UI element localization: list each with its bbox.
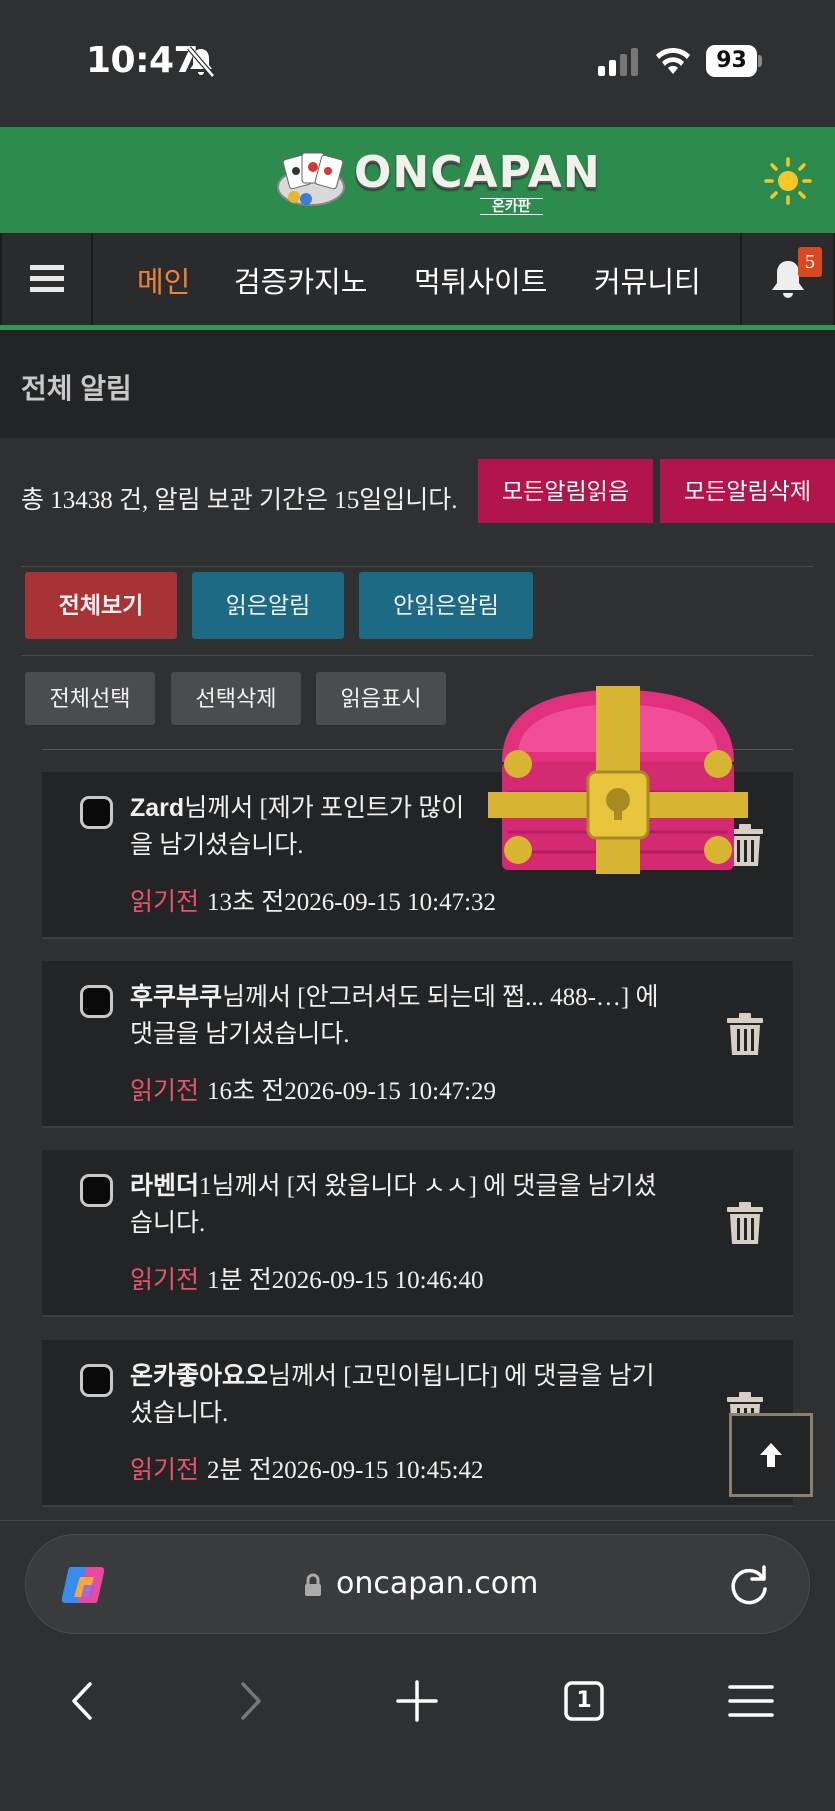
site-logo[interactable]: ONCAPAN 온카판 (276, 145, 600, 215)
notification-message: 후쿠부쿠님께서 [안그러셔도 되는데 쩝... 488-…] 에 댓글을 남기셨… (130, 979, 730, 1053)
lock-icon (305, 1573, 321, 1596)
browser-menu-icon[interactable] (726, 1676, 776, 1726)
divider (21, 655, 813, 656)
arrow-up-icon (760, 1443, 782, 1467)
address-bar[interactable]: oncapan.com (25, 1534, 810, 1634)
hamburger-icon (29, 265, 64, 292)
battery-indicator: 93 (706, 45, 762, 77)
notification-body-cont: 을 남기셨습니다. (130, 832, 304, 859)
notification-body: 1님께서 [저 왔읍니다 ㅅㅅ] 에 댓글을 남기셨 (199, 1173, 657, 1200)
notification-meta: 읽기전 1분 전2026-09-15 10:46:40 (130, 1260, 484, 1296)
copilot-icon[interactable] (60, 1563, 106, 1607)
notification-body: 님께서 [안그러셔도 되는데 쩝... 488-…] 에 (222, 984, 659, 1011)
url-text: oncapan.com (336, 1566, 539, 1601)
bell-off-icon (187, 46, 215, 78)
read-all-button[interactable]: 모든알림읽음 (478, 459, 653, 523)
reload-icon[interactable] (728, 1565, 770, 1607)
notification-nickname: 라벤더 (130, 1172, 200, 1200)
trash-icon[interactable] (726, 1013, 764, 1057)
page-title: 전체 알림 (21, 373, 132, 404)
unread-label: 읽기전 (130, 1457, 200, 1484)
notification-meta: 읽기전 13초 전2026-09-15 10:47:32 (130, 882, 496, 918)
notification-body: 님께서 [고민이됩니다] 에 댓글을 남기 (268, 1363, 655, 1390)
nav-item-scam-sites[interactable]: 먹튀사이트 (414, 259, 547, 301)
notification-body-cont: 습니다. (130, 1210, 206, 1237)
notification-button[interactable]: 5 (740, 233, 835, 325)
forward-icon[interactable] (225, 1676, 275, 1726)
status-time: 10:47 (86, 40, 199, 81)
back-icon[interactable] (58, 1676, 108, 1726)
notification-count-badge: 5 (798, 247, 822, 277)
notification-meta: 읽기전 2분 전2026-09-15 10:45:42 (130, 1450, 484, 1486)
notification-item[interactable]: 온카좋아요오님께서 [고민이됩니다] 에 댓글을 남기 셨습니다. 읽기전 2분 … (42, 1340, 793, 1507)
scroll-top-button[interactable] (729, 1413, 813, 1497)
unread-label: 읽기전 (130, 1078, 200, 1105)
trash-icon[interactable] (726, 1202, 764, 1246)
treasure-chest-icon[interactable] (488, 682, 748, 878)
logo-subtext: 온카판 (480, 198, 543, 215)
nav-item-main[interactable]: 메인 (137, 259, 190, 301)
wifi-icon (656, 47, 690, 74)
notification-time: 16초 전2026-09-15 10:47:29 (207, 1078, 497, 1105)
notification-summary: 총 13438 건, 알림 보관 기간은 15일입니다. (21, 487, 458, 514)
notification-nickname: Zard (130, 794, 185, 822)
battery-level: 93 (716, 48, 747, 73)
nav-item-community[interactable]: 커뮤니티 (594, 259, 701, 301)
notification-nickname: 온카좋아요오 (130, 1362, 269, 1390)
site-header: ONCAPAN 온카판 (0, 127, 835, 233)
notification-meta: 읽기전 16초 전2026-09-15 10:47:29 (130, 1071, 496, 1107)
main-nav: 메인 검증카지노 먹튀사이트 커뮤니티 5 (0, 233, 835, 330)
unread-label: 읽기전 (130, 1267, 200, 1294)
filter-unread-button[interactable]: 안읽은알림 (359, 572, 533, 639)
notification-checkbox[interactable] (80, 1364, 113, 1397)
filter-all-button[interactable]: 전체보기 (25, 572, 177, 639)
notification-time: 13초 전2026-09-15 10:47:32 (207, 889, 497, 916)
notification-item[interactable]: 후쿠부쿠님께서 [안그러셔도 되는데 쩝... 488-…] 에 댓글을 남기셨… (42, 961, 793, 1128)
browser-toolbar: oncapan.com 1 (0, 1520, 835, 1811)
notification-nickname: 후쿠부쿠 (130, 983, 223, 1011)
logo-text: ONCAPAN (354, 147, 601, 198)
tab-count: 1 (576, 1688, 592, 1713)
notification-body-cont: 셨습니다. (130, 1400, 229, 1427)
notification-time: 2분 전2026-09-15 10:45:42 (207, 1457, 484, 1484)
filter-read-button[interactable]: 읽은알림 (192, 572, 344, 639)
notification-message: 온카좋아요오님께서 [고민이됩니다] 에 댓글을 남기 셨습니다. (130, 1358, 730, 1432)
divider (21, 566, 813, 567)
notification-message: 라벤더1님께서 [저 왔읍니다 ㅅㅅ] 에 댓글을 남기셨 습니다. (130, 1168, 730, 1242)
notification-checkbox[interactable] (80, 1174, 113, 1207)
notification-body: 님께서 [제가 포인트가 많이 (184, 795, 465, 822)
tabs-button[interactable]: 1 (559, 1676, 609, 1726)
page-title-bar: 전체 알림 (0, 330, 835, 438)
notification-checkbox[interactable] (80, 985, 113, 1018)
status-bar: 10:47 93 (0, 0, 835, 127)
delete-all-button[interactable]: 모든알림삭제 (660, 459, 835, 523)
nav-item-verified-casino[interactable]: 검증카지노 (234, 259, 367, 301)
notification-item[interactable]: 라벤더1님께서 [저 왔읍니다 ㅅㅅ] 에 댓글을 남기셨 습니다. 읽기전 1분… (42, 1150, 793, 1317)
mark-read-button[interactable]: 읽음표시 (316, 672, 446, 725)
sun-icon[interactable] (764, 157, 812, 205)
notification-checkbox[interactable] (80, 796, 113, 829)
logo-cards-icon (277, 152, 345, 206)
cellular-signal-icon (598, 48, 638, 76)
new-tab-icon[interactable] (392, 1676, 442, 1726)
menu-button[interactable] (0, 233, 93, 325)
unread-label: 읽기전 (130, 889, 200, 916)
notification-body-cont: 댓글을 남기셨습니다. (130, 1021, 350, 1048)
delete-selected-button[interactable]: 선택삭제 (171, 672, 301, 725)
notification-time: 1분 전2026-09-15 10:46:40 (207, 1267, 484, 1294)
select-all-button[interactable]: 전체선택 (25, 672, 155, 725)
